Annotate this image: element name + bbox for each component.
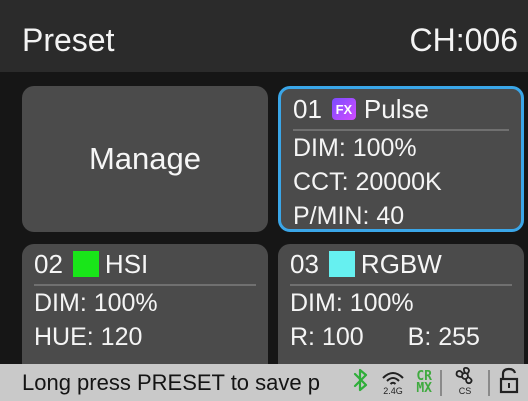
color-swatch-icon: [328, 251, 355, 277]
preset-number: 02: [34, 248, 63, 279]
preset-card-header: 01 FX Pulse: [293, 89, 509, 131]
color-swatch-icon: [72, 251, 99, 277]
preset-card-02[interactable]: 02 HSI DIM: 100% HUE: 120: [22, 244, 268, 364]
wireless-2.4g-icon: 2.4G: [378, 365, 408, 400]
preset-r-value: R: 100: [290, 323, 364, 351]
preset-name: HSI: [104, 248, 149, 279]
preset-card-01[interactable]: 01 FX Pulse DIM: 100% CCT: 20000K P/MIN:…: [278, 86, 524, 232]
status-icons: 2.4G CR MX CS: [352, 364, 520, 401]
preset-cct: CCT: 20000K: [293, 168, 442, 196]
channel-indicator: CH:006: [409, 22, 519, 58]
preset-dim: DIM: 100%: [293, 134, 417, 162]
page-title: Preset: [22, 22, 115, 58]
preset-name: RGBW: [360, 248, 442, 279]
preset-rgb-values: R: 100 B: 255: [290, 320, 512, 354]
status-bar: Long press PRESET to save p 2.4G CR MX C…: [0, 364, 528, 401]
status-divider: [440, 369, 442, 396]
preset-b-value: B: 255: [407, 323, 480, 351]
svg-text:2.4G: 2.4G: [384, 386, 404, 395]
preset-dim: DIM: 100%: [34, 289, 158, 317]
preset-dim: DIM: 100%: [290, 289, 414, 317]
preset-hue: HUE: 120: [34, 323, 143, 351]
bluetooth-icon: [352, 367, 370, 398]
lock-icon: [498, 366, 520, 399]
crmx-icon: CR MX: [416, 368, 432, 396]
header-bar: Preset CH:006: [0, 0, 528, 72]
preset-name: Pulse: [363, 93, 429, 124]
status-message: Long press PRESET to save p: [22, 370, 320, 395]
cs-fan-icon: CS: [450, 365, 480, 400]
manage-button[interactable]: Manage: [22, 86, 268, 232]
preset-card-03[interactable]: 03 RGBW DIM: 100% R: 100 B: 255: [278, 244, 524, 364]
preset-number: 03: [290, 248, 319, 279]
preset-grid: Manage 01 FX Pulse DIM: 100% CCT: 20000K…: [0, 72, 528, 364]
status-divider: [488, 369, 490, 396]
svg-text:CS: CS: [459, 386, 472, 395]
preset-card-header: 02 HSI: [34, 244, 256, 286]
preset-card-header: 03 RGBW: [290, 244, 512, 286]
preset-pmin: P/MIN: 40: [293, 202, 405, 230]
fx-badge-icon: FX: [331, 98, 356, 120]
manage-label: Manage: [88, 141, 202, 176]
preset-number: 01: [293, 93, 322, 124]
